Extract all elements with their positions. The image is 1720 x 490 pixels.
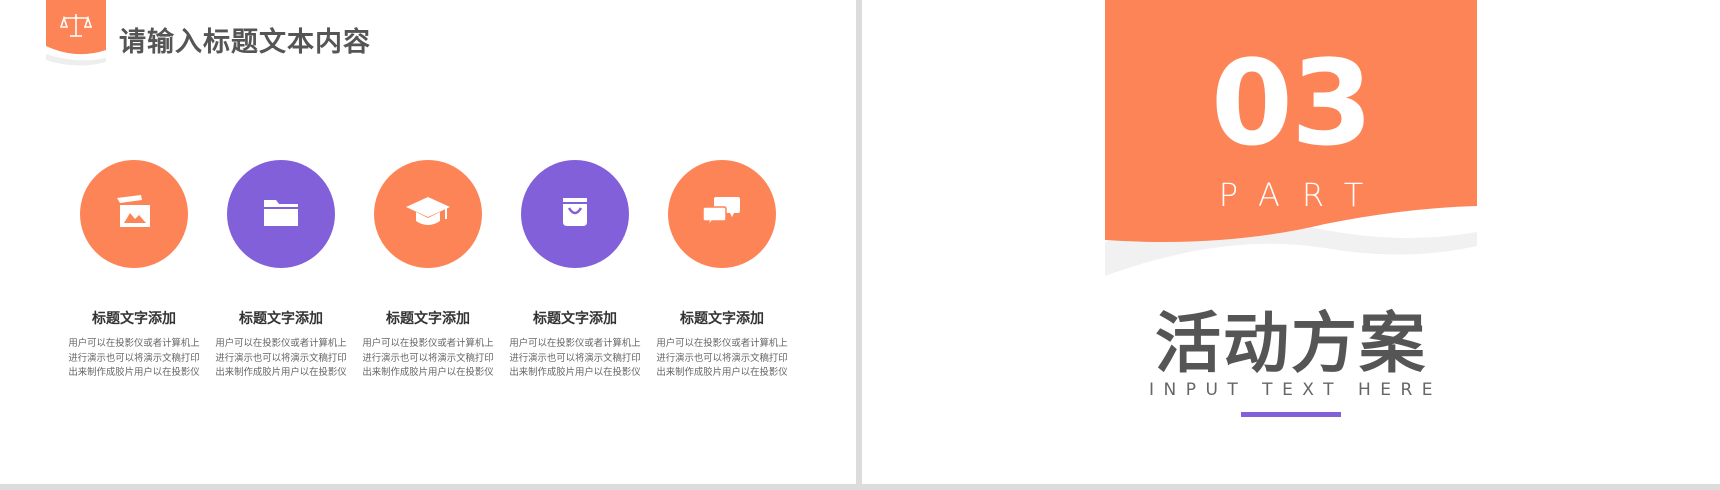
feature-title-2: 标题文字添加 — [239, 311, 323, 327]
accent-bar — [1241, 412, 1341, 417]
feature-title-4: 标题文字添加 — [533, 311, 617, 327]
feature-desc-4: 用户可以在投影仪或者计算机上进行演示也可以将演示文稿打印出来制作成胶片用户以在投… — [509, 338, 641, 379]
feature-desc-5: 用户可以在投影仪或者计算机上进行演示也可以将演示文稿打印出来制作成胶片用户以在投… — [656, 338, 788, 379]
feature-desc-1: 用户可以在投影仪或者计算机上进行演示也可以将演示文稿打印出来制作成胶片用户以在投… — [68, 338, 200, 379]
feature-circle-5 — [668, 160, 776, 268]
section-title: 活动方案 — [1155, 305, 1427, 382]
folder-icon — [262, 196, 300, 232]
feature-circle-2 — [227, 160, 335, 268]
slide-right: 03 PART 活动方案 INPUT TEXT HERE — [862, 0, 1720, 484]
feature-desc-2: 用户可以在投影仪或者计算机上进行演示也可以将演示文稿打印出来制作成胶片用户以在投… — [215, 338, 347, 379]
slide-left: 请输入标题文本内容 标题文字添加 用户可以在投影仪或者计算机上进行演示也可以将演… — [0, 0, 856, 484]
feature-circle-1 — [80, 160, 188, 268]
feature-title-1: 标题文字添加 — [92, 311, 176, 327]
feature-circle-3 — [374, 160, 482, 268]
shopping-bag-icon — [560, 196, 590, 232]
feature-title-5: 标题文字添加 — [680, 311, 764, 327]
page-title: 请输入标题文本内容 — [119, 27, 371, 58]
section-subtitle: INPUT TEXT HERE — [1148, 380, 1443, 400]
part-label: PART — [1218, 176, 1386, 214]
feature-title-3: 标题文字添加 — [386, 311, 470, 327]
feature-circle-4 — [521, 160, 629, 268]
chat-bubbles-icon — [702, 195, 742, 233]
section-number: 03 — [1210, 34, 1373, 172]
header-badge — [46, 0, 106, 66]
picture-icon — [114, 194, 154, 234]
graduation-cap-icon — [405, 195, 451, 233]
feature-desc-3: 用户可以在投影仪或者计算机上进行演示也可以将演示文稿打印出来制作成胶片用户以在投… — [362, 338, 494, 379]
